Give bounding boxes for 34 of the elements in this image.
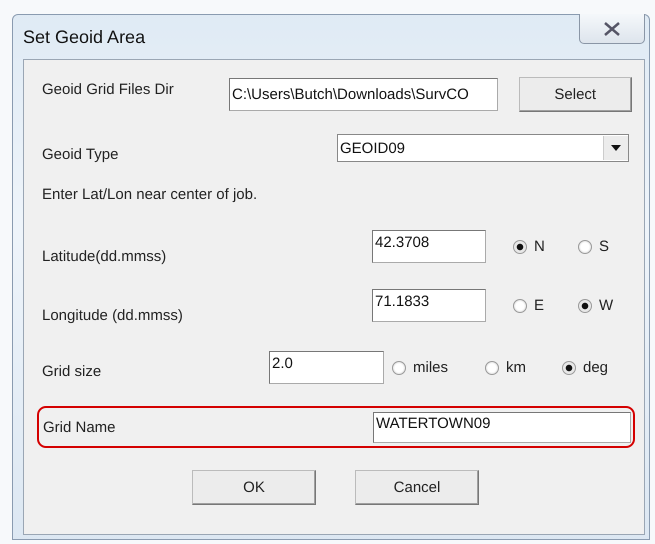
radio-button[interactable]	[392, 360, 406, 374]
latitude-field[interactable]: 42.3708	[372, 230, 486, 263]
radio-button[interactable]	[513, 298, 527, 312]
radio-label: miles	[413, 359, 448, 376]
dialog-button[interactable]: OK	[192, 470, 316, 505]
close-button[interactable]	[579, 14, 645, 44]
field-label: Latitude(dd.mmss)	[42, 247, 168, 265]
radio-label: deg	[583, 359, 608, 376]
field-label: Longitude (dd.mmss)	[42, 306, 184, 324]
field-label: Grid Name	[43, 418, 117, 436]
radio-button[interactable]	[485, 360, 499, 374]
window-title: Set Geoid Area	[23, 27, 146, 48]
field-label: Geoid Grid Files Dir	[42, 80, 175, 98]
radio-label: N	[534, 238, 545, 255]
radio-label: km	[506, 359, 526, 376]
dialog-button[interactable]: Cancel	[355, 470, 479, 505]
radio-label: W	[599, 297, 614, 314]
grid-name-field[interactable]: WATERTOWN09	[373, 412, 631, 442]
radio-button[interactable]	[578, 298, 592, 312]
directory-field[interactable]: C:\Users\Butch\Downloads\SurvCO	[229, 78, 498, 111]
close-icon	[603, 20, 621, 36]
field-label: Geoid Type	[42, 146, 120, 162]
instruction-text: Enter Lat/Lon near center of job.	[42, 186, 258, 202]
radio-label: S	[599, 238, 610, 255]
grid-size-field[interactable]: 2.0	[269, 351, 384, 384]
radio-label: E	[534, 297, 544, 314]
radio-button[interactable]	[513, 240, 527, 254]
longitude-field[interactable]: 71.1833	[372, 289, 486, 322]
radio-button[interactable]	[578, 240, 592, 254]
radio-button[interactable]	[562, 360, 576, 374]
geoid-type-dropdown[interactable]: GEOID09	[337, 134, 629, 162]
field-label: Grid size	[42, 362, 102, 380]
select-button[interactable]: Select	[518, 77, 632, 112]
dropdown-value: GEOID09	[340, 140, 406, 156]
